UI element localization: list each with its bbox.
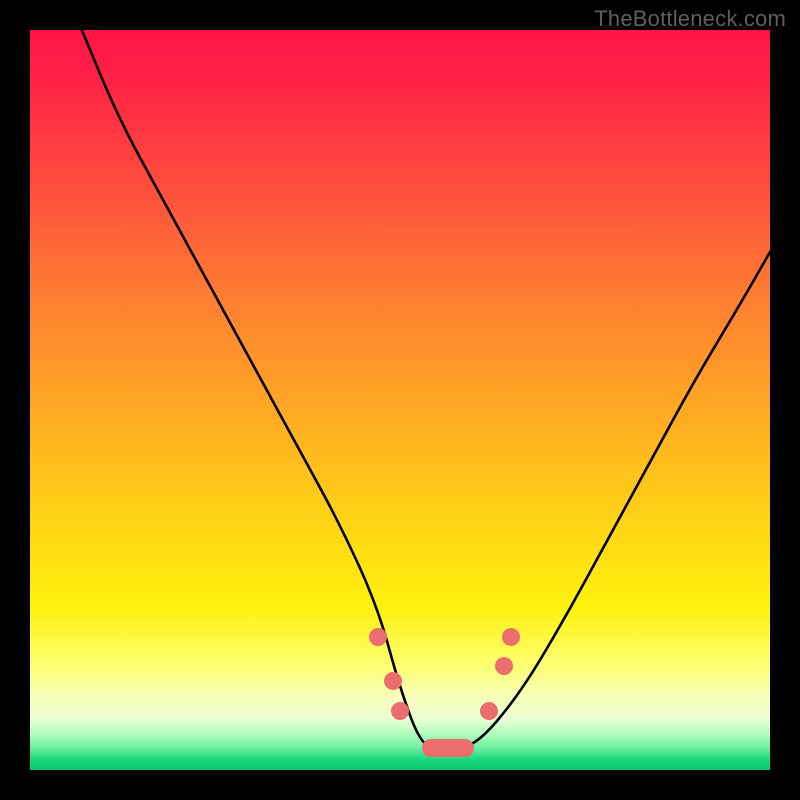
watermark-label: TheBottleneck.com	[594, 6, 786, 32]
data-marker	[495, 657, 513, 675]
data-marker	[391, 702, 409, 720]
plot-area	[30, 30, 770, 770]
frame-border	[0, 770, 800, 800]
data-marker	[369, 628, 387, 646]
data-marker	[480, 702, 498, 720]
flat-region-marker	[422, 739, 474, 757]
data-marker	[502, 628, 520, 646]
frame-border	[770, 0, 800, 800]
frame-border	[0, 0, 30, 800]
marker-layer	[30, 30, 770, 770]
data-marker	[384, 672, 402, 690]
chart-frame: TheBottleneck.com	[0, 0, 800, 800]
